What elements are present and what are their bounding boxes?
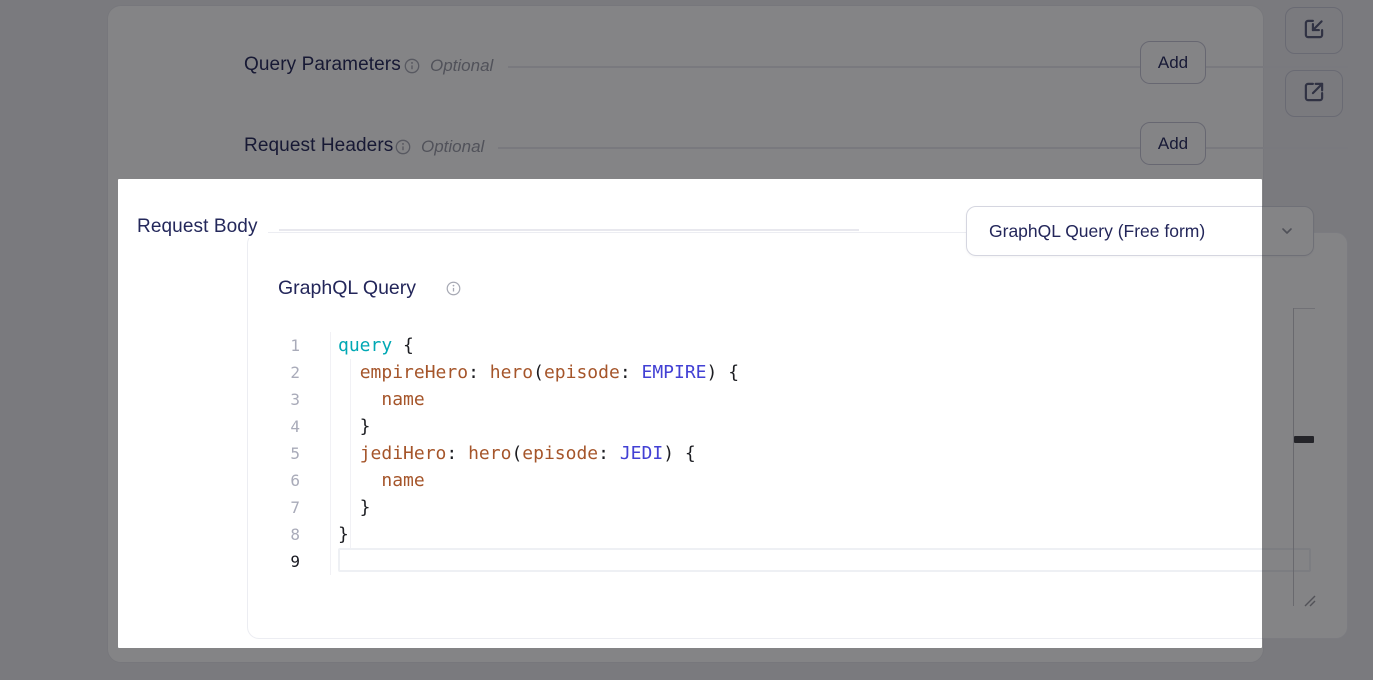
code-line: name xyxy=(338,386,425,413)
request-body-type-select[interactable]: GraphQL Query (Free form) xyxy=(966,206,1314,256)
request-headers-optional-label: Optional xyxy=(421,137,484,157)
line-number: 2 xyxy=(258,359,300,386)
scrollbar-thumb[interactable] xyxy=(1294,436,1314,443)
line-number: 5 xyxy=(258,440,300,467)
code-line: } xyxy=(338,494,371,521)
edit-query-button[interactable] xyxy=(1285,7,1343,54)
add-query-parameter-button[interactable]: Add xyxy=(1140,41,1206,84)
line-number: 4 xyxy=(258,413,300,440)
query-parameters-title: Query Parameters xyxy=(244,54,401,76)
line-number: 8 xyxy=(258,521,300,548)
line-number: 7 xyxy=(258,494,300,521)
code-line: jediHero: hero(episode: JEDI) { xyxy=(338,440,696,467)
query-parameters-optional-label: Optional xyxy=(430,56,493,76)
query-parameters-divider xyxy=(508,66,1348,68)
line-number: 9 xyxy=(258,548,300,575)
chevron-down-icon xyxy=(1279,223,1295,239)
query-editor-page: Query Parameters Optional Add Request He… xyxy=(0,0,1373,680)
open-external-button[interactable] xyxy=(1285,70,1343,117)
request-body-divider xyxy=(279,229,859,231)
code-line: query { xyxy=(338,332,414,359)
gutter-guide-line xyxy=(330,332,331,575)
code-line: empireHero: hero(episode: EMPIRE) { xyxy=(338,359,739,386)
datasource-form-panel: Query Parameters Optional Add Request He… xyxy=(107,5,1264,663)
graphql-query-label: GraphQL Query xyxy=(278,277,416,300)
code-line: name xyxy=(338,467,425,494)
request-headers-title: Request Headers xyxy=(244,135,393,157)
code-line: } xyxy=(338,413,371,440)
line-number: 3 xyxy=(258,386,300,413)
code-line: } xyxy=(338,521,349,548)
info-circle-icon[interactable] xyxy=(395,139,411,155)
add-request-header-button[interactable]: Add xyxy=(1140,122,1206,165)
line-number: 1 xyxy=(258,332,300,359)
editor-top-border xyxy=(1293,308,1315,309)
request-body-title: Request Body xyxy=(137,216,268,238)
request-headers-divider xyxy=(498,147,1348,149)
request-body-type-value: GraphQL Query (Free form) xyxy=(967,221,1279,242)
external-link-icon xyxy=(1301,79,1327,108)
box-arrow-in-icon xyxy=(1301,16,1327,45)
info-circle-icon[interactable] xyxy=(404,58,420,74)
line-number: 6 xyxy=(258,467,300,494)
editor-right-border xyxy=(1293,308,1294,606)
resize-grip-icon[interactable] xyxy=(1302,593,1317,608)
info-circle-icon[interactable] xyxy=(446,281,462,297)
active-line-highlight xyxy=(338,548,1311,572)
